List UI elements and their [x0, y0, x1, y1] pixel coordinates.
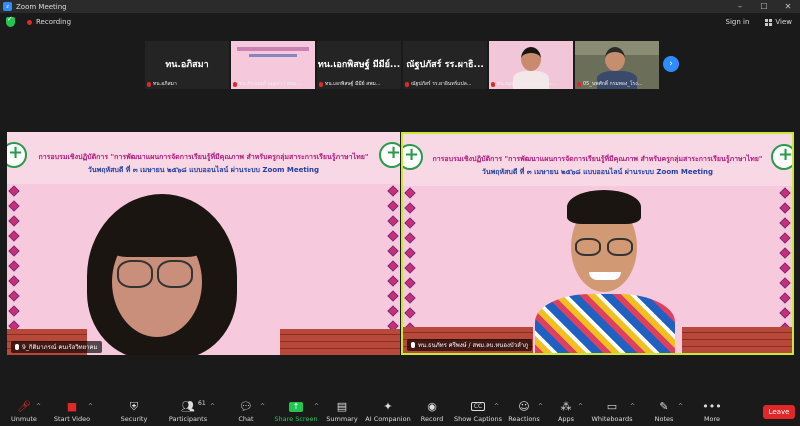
muted-mic-icon — [411, 342, 415, 348]
shield-icon: ⛨ — [129, 399, 139, 413]
sign-in-link[interactable]: Sign in — [726, 18, 750, 26]
participant-display-name: ทน.อภิสมา — [165, 60, 209, 70]
share-screen-icon: ↑ — [289, 401, 303, 412]
decorative-bricks — [280, 329, 400, 355]
security-button[interactable]: ⛨ Security — [104, 399, 164, 424]
recording-indicator[interactable]: Recording — [36, 18, 71, 26]
muted-mic-icon — [147, 81, 151, 87]
window-titlebar: z Zoom Meeting – ☐ ✕ — [0, 0, 800, 13]
meeting-topbar: Recording Sign in View — [0, 13, 800, 31]
muted-mic-icon — [233, 81, 237, 87]
participant-name-badge: 9_กิติมาภรณ์ คนเร้อวิทยาคม — [11, 341, 102, 353]
record-icon: ◉ — [427, 400, 437, 413]
participant-video — [605, 47, 625, 71]
view-label: View — [775, 18, 792, 26]
view-button[interactable]: View — [765, 18, 792, 26]
participant-display-name: ณัฐปภัสร์ รร.ผาธิ... — [406, 60, 484, 70]
participants-button[interactable]: 👥︎ 61 ^ Participants — [158, 400, 218, 423]
video-camera-off-icon: ■ — [66, 400, 78, 413]
recording-dot-icon — [27, 19, 32, 25]
participant-thumbnail[interactable]: ทน.อภิสมา ทน.อภิสมา — [145, 41, 229, 89]
participant-thumbnail[interactable]: ณัฐปภัสร์ รร.ผาธิ... ณัฐปภัสร์ รร.ผาอินท… — [403, 41, 487, 89]
participant-caption: ทน.กิรานุนท์ บุญเงา / สพม... — [233, 80, 301, 88]
participant-caption: ทน.ณุญญารุ่ง ณ.ยุง สพม... — [491, 80, 556, 88]
participant-thumbnail[interactable]: ทน.ณุญญารุ่ง ณ.ยุง สพม... — [489, 41, 573, 89]
zoom-logo-icon: z — [3, 2, 12, 11]
participant-name-badge: ทน.ธนภัทร ศรีพงษ์ / สพม.ลบ.หนองบัวลำภู — [407, 339, 533, 351]
decorative-bricks — [682, 327, 792, 353]
start-video-button[interactable]: ■ ^ Start Video — [42, 400, 102, 423]
participant-caption: 05_นพศักดิ์ กรมทอง_โรง... — [577, 80, 642, 88]
participant-hair — [567, 190, 641, 224]
banner-title: การอบรมเชิงปฏิบัติการ "การพัฒนาแผนการจัด… — [432, 155, 763, 163]
glasses-icon — [157, 260, 193, 288]
glasses-icon — [575, 238, 601, 256]
apps-icon: ⁂ — [560, 400, 572, 413]
participant-display-name: ทน.เอกพิสษฐ์ มีมีย์... — [317, 60, 401, 70]
banner-subtitle: วันพฤหัสบดี ที่ ๓ เมษายน ๒๕๖๘ แบบออนไลน์… — [481, 168, 714, 176]
virtual-background-banner: การอบรมเชิงปฏิบัติการ "การพัฒนาแผนการจัด… — [403, 134, 792, 186]
whiteboard-icon: ▭ — [606, 400, 618, 413]
chevron-up-icon[interactable]: ^ — [210, 403, 215, 410]
muted-mic-icon — [491, 81, 495, 87]
decorative-pattern — [7, 185, 21, 335]
chat-bubble-icon: 💬︎ — [239, 400, 253, 413]
participant-video — [521, 47, 541, 71]
virtual-background-banner: การอบรมเชิงปฏิบัติการ "การพัฒนาแผนการจัด… — [7, 132, 400, 184]
chevron-up-icon[interactable]: ^ — [260, 403, 265, 410]
decorative-pattern — [386, 185, 400, 335]
next-page-button[interactable]: › — [663, 56, 679, 72]
summary-document-icon: ▤ — [336, 400, 348, 413]
notes-icon: ✎ — [659, 400, 669, 413]
participant-caption: ณัฐปภัสร์ รร.ผาอินทร์แปล... — [405, 80, 472, 88]
participant-thumbnail[interactable]: ทน.เอกพิสษฐ์ มีมีย์... ทน.เอกพิสษฐ์ มีมี… — [317, 41, 401, 89]
minimize-button[interactable]: – — [728, 2, 752, 11]
people-icon: 👥︎ — [181, 400, 195, 413]
main-video-tile-right[interactable]: การอบรมเชิงปฏิบัติการ "การพัฒนาแผนการจัด… — [401, 132, 794, 355]
grid-icon — [765, 18, 773, 26]
participant-thumbnail[interactable]: ทน.กิรานุนท์ บุญเงา / สพม... — [231, 41, 315, 89]
muted-mic-icon — [577, 81, 581, 87]
participant-thumbnail[interactable]: 05_นพศักดิ์ กรมทอง_โรง... — [575, 41, 659, 89]
participants-count: 61 — [198, 400, 206, 407]
participant-bangs — [107, 202, 207, 257]
main-video-tile-left[interactable]: การอบรมเชิงปฏิบัติการ "การพัฒนาแผนการจัด… — [7, 132, 400, 355]
window-title: Zoom Meeting — [16, 2, 67, 11]
shield-icon[interactable] — [6, 15, 15, 27]
microphone-muted-icon: 🎤︎ — [17, 400, 31, 413]
chevron-up-icon[interactable]: ^ — [36, 403, 41, 410]
chevron-right-icon: › — [669, 59, 673, 69]
muted-mic-icon — [15, 344, 19, 350]
maximize-button[interactable]: ☐ — [752, 2, 776, 11]
emoji-add-icon: ☺ — [518, 400, 530, 413]
muted-mic-icon — [405, 81, 409, 87]
more-button[interactable]: ••• More — [682, 400, 742, 423]
banner-title: การอบรมเชิงปฏิบัติการ "การพัฒนาแผนการจัด… — [38, 153, 369, 161]
banner-subtitle: วันพฤหัสบดี ที่ ๓ เมษายน ๒๕๖๘ แบบออนไลน์… — [87, 166, 320, 174]
glasses-icon — [117, 260, 153, 288]
muted-mic-icon — [319, 81, 323, 87]
captions-icon: CC — [470, 402, 486, 411]
whiteboards-button[interactable]: ▭ ^ Whiteboards — [582, 400, 642, 423]
participant-caption: ทน.เอกพิสษฐ์ มีมีย์ สพม... — [319, 80, 381, 88]
participant-thumbnail-strip: ทน.อภิสมา ทน.อภิสมา ทน.กิรานุนท์ บุญเงา … — [145, 41, 659, 89]
close-button[interactable]: ✕ — [776, 2, 800, 11]
decorative-pattern — [403, 187, 417, 334]
sparkle-icon: ✦ — [383, 400, 393, 413]
more-dots-icon: ••• — [702, 400, 722, 413]
meeting-toolbar: 🎤︎ ^ Unmute ■ ^ Start Video ⛨ Security 👥︎ 6… — [0, 396, 800, 426]
participant-caption: ทน.อภิสมา — [147, 80, 177, 88]
participant-shirt — [535, 294, 675, 353]
leave-button[interactable]: Leave — [763, 405, 795, 419]
glasses-icon — [607, 238, 633, 256]
chevron-up-icon[interactable]: ^ — [88, 403, 93, 410]
decorative-pattern — [778, 187, 792, 334]
